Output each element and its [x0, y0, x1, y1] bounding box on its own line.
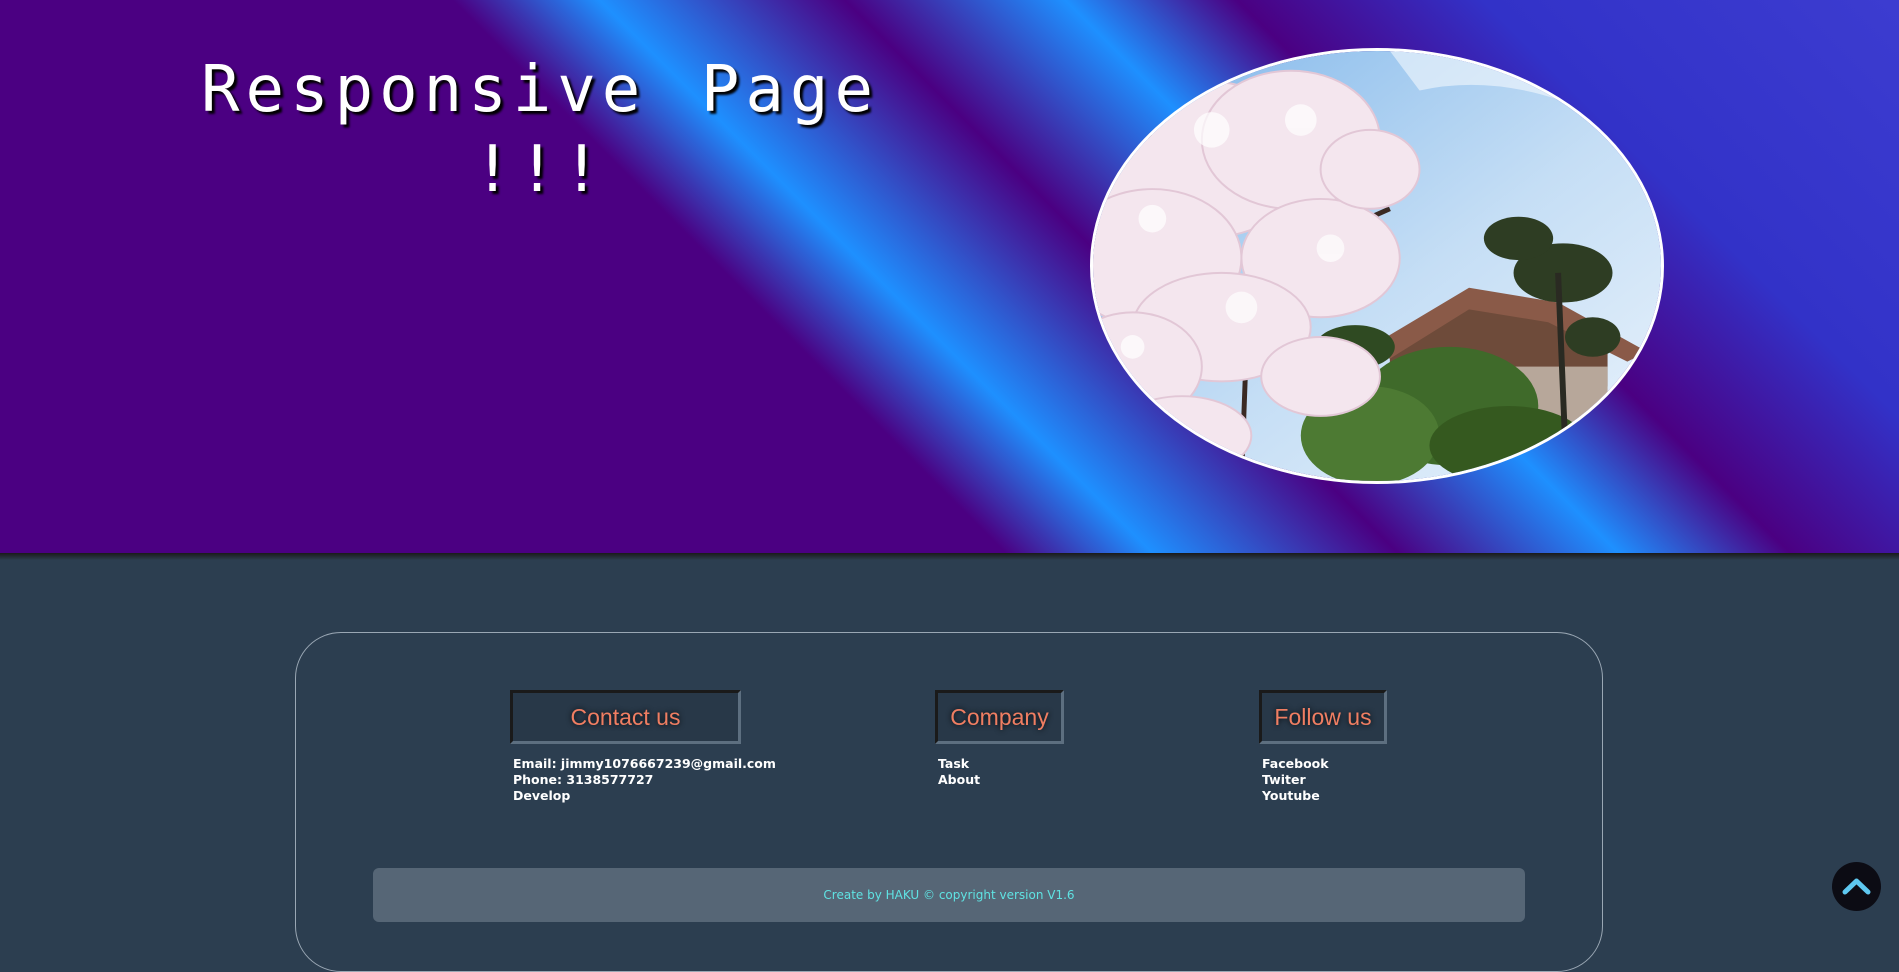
contact-phone: Phone: 3138577727 — [513, 772, 654, 787]
copyright-bar: Create by HAKU © copyright version V1.6 — [373, 868, 1525, 922]
contact-develop: Develop — [513, 788, 571, 803]
hero-title-line2: !!! — [473, 133, 607, 207]
hero-photo — [1090, 48, 1664, 484]
footer-column-follow: Follow us Facebook Twiter Youtube — [1259, 690, 1387, 804]
company-list: Task About — [938, 756, 1064, 788]
company-link-about[interactable]: About — [938, 772, 1064, 788]
follow-list: Facebook Twiter Youtube — [1262, 756, 1387, 804]
follow-heading: Follow us — [1259, 690, 1387, 744]
contact-list: Email: jimmy1076667239@gmail.com Phone: … — [513, 756, 776, 804]
hero-title-line1: Responsive Page — [201, 53, 879, 127]
scroll-to-top-button[interactable] — [1832, 862, 1881, 911]
footer-column-company: Company Task About — [935, 690, 1064, 788]
footer-column-contact: Contact us Email: jimmy1076667239@gmail.… — [510, 690, 776, 804]
hero-banner: Responsive Page !!! — [0, 0, 1899, 553]
follow-link-twitter[interactable]: Twiter — [1262, 772, 1387, 788]
follow-link-youtube[interactable]: Youtube — [1262, 788, 1387, 804]
section-divider — [0, 553, 1899, 560]
hero-title: Responsive Page !!! — [190, 50, 890, 210]
follow-link-facebook[interactable]: Facebook — [1262, 756, 1387, 772]
company-heading: Company — [935, 690, 1064, 744]
contact-heading: Contact us — [510, 690, 741, 744]
company-link-task[interactable]: Task — [938, 756, 1064, 772]
cherry-blossom-image — [1093, 51, 1661, 481]
chevron-up-icon — [1842, 878, 1871, 895]
contact-email: Email: jimmy1076667239@gmail.com — [513, 756, 776, 771]
